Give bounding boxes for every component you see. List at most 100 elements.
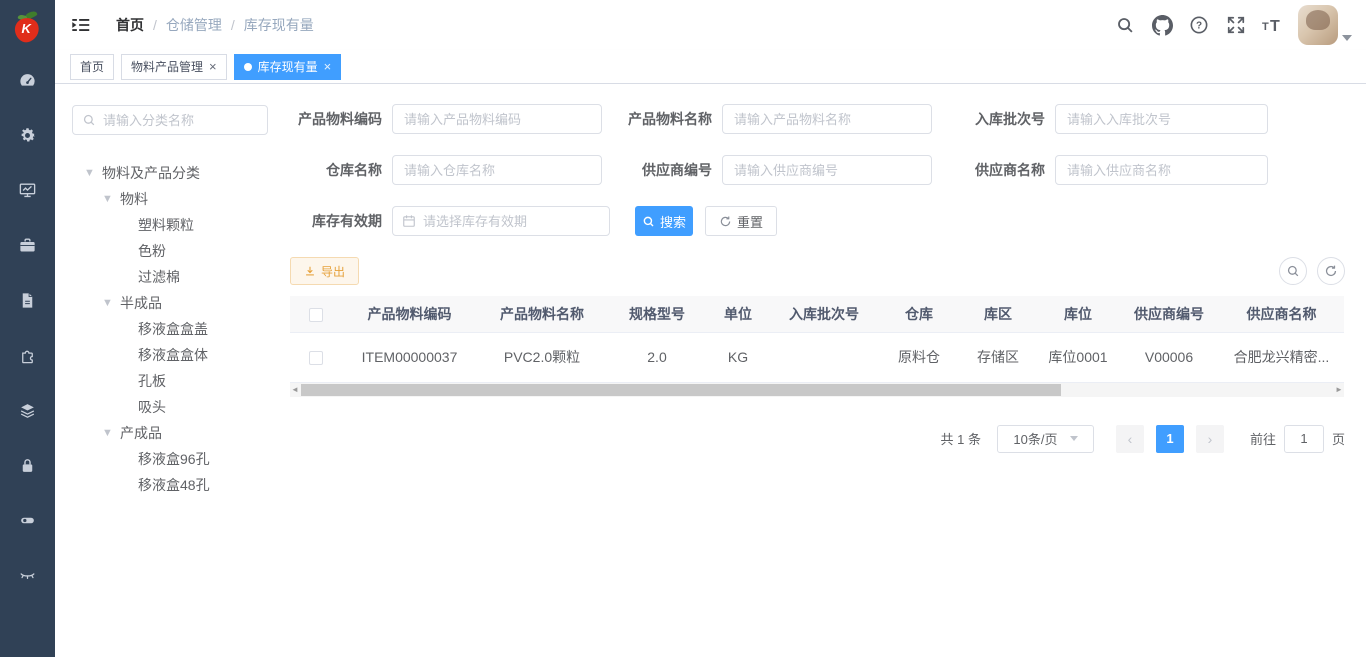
refresh-icon	[1324, 264, 1338, 278]
main-column: 首页 / 仓储管理 / 库存现有量 ?	[55, 0, 1366, 657]
column-header: 产品物料名称	[477, 296, 607, 332]
scrollbar-thumb[interactable]	[301, 384, 1061, 396]
caret-expanded-icon[interactable]: ▼	[102, 193, 120, 205]
document-icon[interactable]	[0, 273, 55, 328]
app-logo[interactable]: K	[0, 0, 55, 53]
validity-date-input[interactable]	[423, 214, 600, 229]
batch-no-input[interactable]	[1055, 104, 1268, 134]
fullscreen-icon[interactable]	[1224, 13, 1248, 37]
tree-node[interactable]: ▼物料	[72, 186, 290, 212]
svg-text:T: T	[1262, 21, 1269, 33]
prev-page-button[interactable]: ‹	[1116, 425, 1144, 453]
settings-gear-icon[interactable]	[0, 108, 55, 163]
item-name-input[interactable]	[722, 104, 932, 134]
close-icon[interactable]: ×	[209, 60, 217, 73]
tab-2[interactable]: 库存现有量×	[234, 54, 342, 80]
supplier-name-input[interactable]	[1055, 155, 1268, 185]
search-icon[interactable]	[1113, 13, 1137, 37]
layers-icon[interactable]	[0, 383, 55, 438]
avatar[interactable]	[1298, 5, 1338, 45]
horizontal-scrollbar: ◄ ►	[290, 383, 1344, 397]
tree-node[interactable]: 吸头	[72, 394, 290, 420]
search-button[interactable]: 搜索	[635, 206, 693, 236]
content-area: ▼物料及产品分类▼物料塑料颗粒色粉过滤棉▼半成品移液盒盒盖移液盒盒体孔板吸头▼产…	[55, 84, 1366, 657]
item-code-input[interactable]	[392, 104, 602, 134]
close-icon[interactable]: ×	[324, 60, 332, 73]
help-icon[interactable]: ?	[1187, 13, 1211, 37]
tree-node-label: 半成品	[120, 293, 162, 313]
breadcrumb-current: 库存现有量	[244, 15, 314, 35]
scrollbar-track[interactable]	[300, 383, 1334, 397]
reset-button[interactable]: 重置	[705, 206, 777, 236]
scroll-right-arrow-icon[interactable]: ►	[1334, 385, 1344, 394]
font-size-icon[interactable]: TT	[1261, 13, 1285, 37]
category-search-input[interactable]	[103, 113, 258, 128]
user-menu[interactable]	[1298, 5, 1352, 45]
breadcrumb-home[interactable]: 首页	[116, 15, 144, 35]
export-button[interactable]: 导出	[290, 257, 359, 285]
tree-node[interactable]: 移液盒48孔	[72, 472, 290, 498]
supplier-name-label: 供应商名称	[942, 160, 1045, 180]
select-all-checkbox[interactable]	[309, 308, 323, 322]
table-toolbar: 导出	[290, 257, 1345, 285]
tree-node[interactable]: 塑料颗粒	[72, 212, 290, 238]
briefcase-icon[interactable]	[0, 218, 55, 273]
eye-closed-icon[interactable]	[0, 548, 55, 603]
tree-node-label: 吸头	[138, 397, 166, 417]
table-cell: KG	[707, 332, 769, 382]
tree-node[interactable]: ▼物料及产品分类	[72, 160, 290, 186]
tags-bar: 首页物料产品管理× 库存现有量×	[55, 50, 1366, 84]
monitor-chart-icon[interactable]	[0, 163, 55, 218]
caret-expanded-icon[interactable]: ▼	[102, 427, 120, 439]
tree-node[interactable]: 过滤棉	[72, 264, 290, 290]
breadcrumb-separator: /	[231, 17, 235, 33]
column-header: 库位	[1037, 296, 1119, 332]
svg-text:?: ?	[1196, 21, 1202, 32]
validity-date-picker[interactable]	[392, 206, 610, 236]
page-number-1[interactable]: 1	[1156, 425, 1184, 453]
goto-page-input[interactable]	[1284, 425, 1324, 453]
tree-node-label: 移液盒盒体	[138, 345, 208, 365]
tree-node-label: 色粉	[138, 241, 166, 261]
tree-node-label: 物料及产品分类	[102, 163, 200, 183]
tree-node-label: 塑料颗粒	[138, 215, 194, 235]
tab-1[interactable]: 物料产品管理×	[121, 54, 227, 80]
lock-icon[interactable]	[0, 438, 55, 493]
toggle-search-button[interactable]	[1279, 257, 1307, 285]
breadcrumb-separator: /	[153, 17, 157, 33]
scroll-left-arrow-icon[interactable]: ◄	[290, 385, 300, 394]
plugin-puzzle-icon[interactable]	[0, 328, 55, 383]
caret-down-icon	[1070, 436, 1078, 441]
tree-node[interactable]: 移液盒盒体	[72, 342, 290, 368]
caret-expanded-icon[interactable]: ▼	[84, 167, 102, 179]
pagination: 共 1 条 10条/页 ‹ 1 › 前往 页	[290, 425, 1345, 453]
tree-node[interactable]: 色粉	[72, 238, 290, 264]
row-checkbox[interactable]	[309, 351, 323, 365]
table-header-row: 产品物料编码产品物料名称规格型号单位入库批次号仓库库区库位供应商编号供应商名称	[290, 296, 1344, 332]
column-header: 库区	[959, 296, 1037, 332]
page-size-select[interactable]: 10条/页	[997, 425, 1094, 453]
search-icon	[1286, 264, 1300, 278]
refresh-table-button[interactable]	[1317, 257, 1345, 285]
filter-row-3: 库存有效期 搜索 重置	[290, 206, 1345, 236]
export-button-label: 导出	[321, 263, 345, 280]
switch-toggle-icon[interactable]	[0, 493, 55, 548]
sidebar-nav	[0, 53, 55, 603]
tree-node[interactable]: 移液盒盒盖	[72, 316, 290, 342]
tree-node-label: 过滤棉	[138, 267, 180, 287]
dashboard-icon[interactable]	[0, 53, 55, 108]
github-icon[interactable]	[1150, 13, 1174, 37]
warehouse-name-input[interactable]	[392, 155, 602, 185]
tree-node[interactable]: 孔板	[72, 368, 290, 394]
tree-node[interactable]: ▼产成品	[72, 420, 290, 446]
collapse-sidebar-icon[interactable]	[70, 14, 92, 36]
tree-node[interactable]: ▼半成品	[72, 290, 290, 316]
item-name-label: 产品物料名称	[612, 109, 712, 129]
tab-0[interactable]: 首页	[70, 54, 114, 80]
tree-node[interactable]: 移液盒96孔	[72, 446, 290, 472]
next-page-button[interactable]: ›	[1196, 425, 1224, 453]
breadcrumb: 首页 / 仓储管理 / 库存现有量	[116, 15, 314, 35]
supplier-code-input[interactable]	[722, 155, 932, 185]
caret-expanded-icon[interactable]: ▼	[102, 297, 120, 309]
app-sidebar: K	[0, 0, 55, 657]
